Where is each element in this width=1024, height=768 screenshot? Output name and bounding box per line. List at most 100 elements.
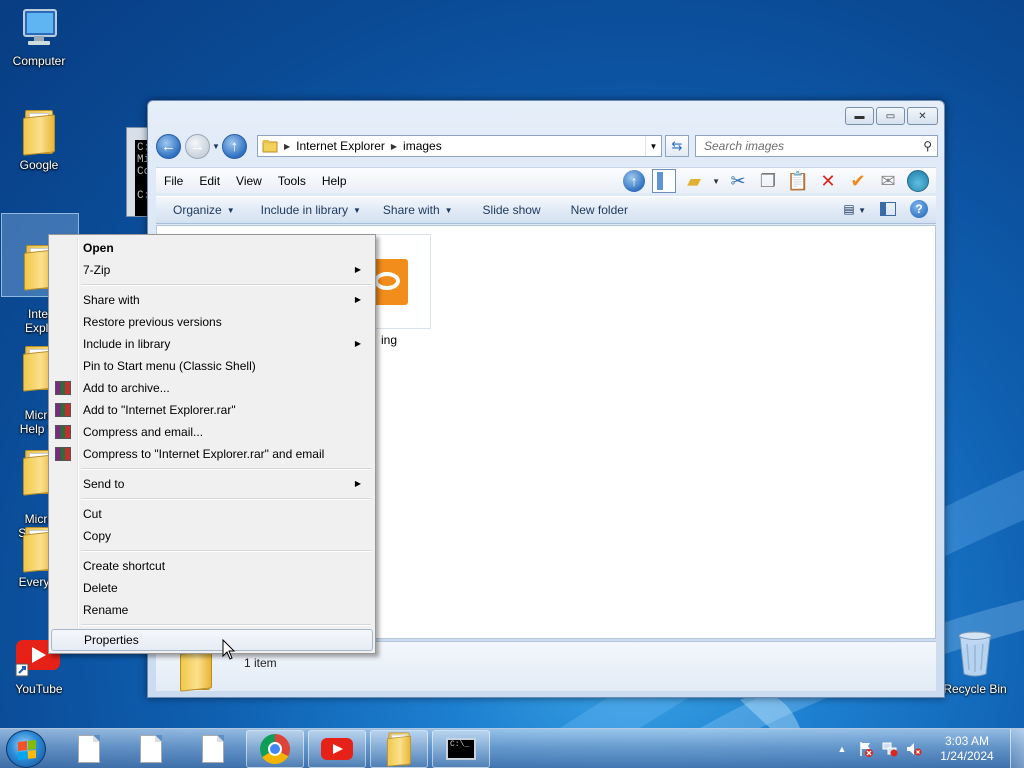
forward-button[interactable]: → — [185, 133, 210, 159]
context-menu-item-label: Cut — [83, 507, 102, 521]
share-with-button[interactable]: Share with ▼ — [374, 203, 462, 217]
help-icon[interactable]: ? — [910, 200, 928, 218]
paste-icon[interactable]: 📋 — [786, 169, 810, 193]
include-in-library-button[interactable]: Include in library ▼ — [252, 203, 370, 217]
search-placeholder: Search images — [704, 139, 785, 153]
context-menu-item-open[interactable]: Open — [51, 237, 373, 259]
chevron-down-icon: ▼ — [226, 205, 235, 215]
show-hidden-icons-icon[interactable]: ▲ — [833, 740, 851, 758]
maximize-button[interactable]: ▭ — [876, 107, 905, 125]
slide-show-button[interactable]: Slide show — [474, 203, 550, 217]
submenu-arrow-icon: ▶ — [354, 265, 361, 274]
organize-button[interactable]: Organize ▼ — [164, 203, 244, 217]
breadcrumb-internet-explorer[interactable]: Internet Explorer — [296, 139, 385, 153]
context-menu-item-include-in-library[interactable]: Include in library ▶ — [51, 333, 373, 355]
folders-pane-icon[interactable] — [652, 169, 677, 193]
command-prompt-icon: C:\_ — [446, 738, 476, 760]
change-view-icon[interactable]: ▤ ▼ — [843, 202, 866, 216]
clock[interactable]: 3:03 AM 1/24/2024 — [932, 734, 1002, 764]
menu-tools[interactable]: Tools — [270, 174, 314, 188]
desktop-icon-recycle-bin[interactable]: Recycle Bin — [936, 630, 1014, 696]
network-icon[interactable] — [881, 740, 899, 758]
context-menu-item-copy[interactable]: Copy — [51, 525, 373, 547]
context-menu-item-label: Add to "Internet Explorer.rar" — [83, 403, 236, 417]
context-menu-item-label: Send to — [83, 477, 125, 491]
up-button[interactable]: ↑ — [221, 133, 247, 159]
taskbar-explorer[interactable] — [370, 730, 428, 768]
context-menu-item-7-zip[interactable]: 7-Zip ▶ — [51, 259, 373, 281]
search-icon[interactable]: ⚲ — [923, 139, 932, 153]
chrome-icon — [260, 734, 290, 764]
delete-icon[interactable]: ✕ — [816, 169, 840, 193]
refresh-icon: ⇆ — [671, 138, 683, 153]
taskbar-youtube[interactable] — [308, 730, 366, 768]
context-menu-item-label: Restore previous versions — [83, 315, 222, 329]
recent-pages-dropdown-icon[interactable]: ▼ — [212, 142, 220, 151]
context-menu-item-cut[interactable]: Cut — [51, 503, 373, 525]
document-icon — [78, 735, 100, 763]
menu-view[interactable]: View — [228, 174, 270, 188]
context-menu-item-compress-to-internet-explorer-rar-and-email[interactable]: Compress to "Internet Explorer.rar" and … — [51, 443, 373, 465]
email-icon[interactable]: ✉ — [876, 169, 900, 193]
breadcrumb-images[interactable]: images — [403, 139, 442, 153]
menu-help[interactable]: Help — [314, 174, 355, 188]
checkmark-icon[interactable]: ✔ — [846, 169, 870, 193]
winrar-icon — [55, 447, 71, 461]
address-bar[interactable]: ▶ Internet Explorer ▶ images ▼ — [257, 135, 662, 157]
menu-file[interactable]: File — [156, 174, 191, 188]
context-menu-item-add-to-archive[interactable]: Add to archive... — [51, 377, 373, 399]
cut-icon[interactable]: ✂ — [726, 169, 750, 193]
volume-muted-icon[interactable] — [905, 740, 923, 758]
context-menu-item-delete[interactable]: Delete — [51, 577, 373, 599]
close-button[interactable]: ✕ — [907, 107, 938, 125]
chevron-down-icon[interactable]: ▼ — [712, 177, 720, 186]
action-center-icon[interactable] — [857, 740, 875, 758]
desktop-icon-label: Google — [19, 158, 59, 172]
context-menu-item-add-to-internet-explorer-rar[interactable]: Add to "Internet Explorer.rar" — [51, 399, 373, 421]
context-menu-item-label: Compress and email... — [83, 425, 204, 439]
menu-edit[interactable]: Edit — [191, 174, 228, 188]
desktop-icon-google[interactable]: Google — [0, 110, 78, 172]
view-controls: ▤ ▼ ? — [843, 200, 928, 218]
copy-icon[interactable]: ❐ — [756, 169, 780, 193]
file-item-label[interactable]: ing — [381, 333, 397, 347]
up-level-icon[interactable]: ↑ — [622, 169, 646, 193]
context-menu-item-pin-to-start-menu-classic-shell[interactable]: Pin to Start menu (Classic Shell) — [51, 355, 373, 377]
minimize-button[interactable]: ▬ — [845, 107, 874, 125]
arrow-right-icon: → — [190, 137, 205, 155]
taskbar-cmd[interactable]: C:\_ — [432, 730, 490, 768]
back-button[interactable]: ← — [156, 133, 181, 159]
refresh-button[interactable]: ⇆ — [665, 135, 689, 157]
context-menu-item-compress-and-email[interactable]: Compress and email... — [51, 421, 373, 443]
context-menu-item-send-to[interactable]: Send to ▶ — [51, 473, 373, 495]
new-folder-button[interactable]: New folder — [562, 203, 637, 217]
winrar-icon — [55, 425, 71, 439]
context-menu-item-share-with[interactable]: Share with ▶ — [51, 289, 373, 311]
window-controls: ▬ ▭ ✕ — [845, 107, 938, 125]
context-menu-item-rename[interactable]: Rename — [51, 599, 373, 621]
taskbar-document-1[interactable] — [60, 730, 118, 768]
document-icon — [140, 735, 162, 763]
context-menu-item-properties[interactable]: Properties — [51, 629, 373, 651]
breadcrumb-separator-icon[interactable]: ▶ — [284, 142, 290, 151]
classic-shell-icon[interactable] — [906, 169, 930, 193]
taskbar-document-3[interactable] — [184, 730, 242, 768]
context-menu-item-restore-previous-versions[interactable]: Restore previous versions — [51, 311, 373, 333]
context-menu-item-label: Properties — [84, 633, 139, 647]
show-desktop-button[interactable] — [1010, 729, 1024, 768]
context-menu-item-create-shortcut[interactable]: Create shortcut — [51, 555, 373, 577]
context-menu[interactable]: Open 7-Zip ▶ Share with ▶ Restore previous ve… — [48, 234, 376, 654]
desktop-icon-computer[interactable]: Computer — [0, 8, 78, 68]
navigation-bar: ← → ▼ ↑ ▶ Internet Explorer ▶ images ▼ ⇆… — [156, 133, 938, 159]
preview-pane-icon[interactable] — [880, 202, 896, 216]
chevron-down-icon[interactable]: ▼ — [645, 136, 661, 156]
taskbar-chrome[interactable] — [246, 730, 304, 768]
breadcrumb-separator-icon[interactable]: ▶ — [391, 142, 397, 151]
search-input[interactable]: Search images ⚲ — [695, 135, 938, 157]
system-tray: ▲ 3:03 AM 1/24/2024 — [830, 729, 1024, 768]
taskbar-document-2[interactable] — [122, 730, 180, 768]
include-in-library-label: Include in library — [260, 203, 348, 217]
folder-options-icon[interactable]: ▰ — [682, 169, 706, 193]
context-menu-item-label: 7-Zip — [83, 263, 111, 277]
start-button[interactable] — [6, 730, 46, 768]
